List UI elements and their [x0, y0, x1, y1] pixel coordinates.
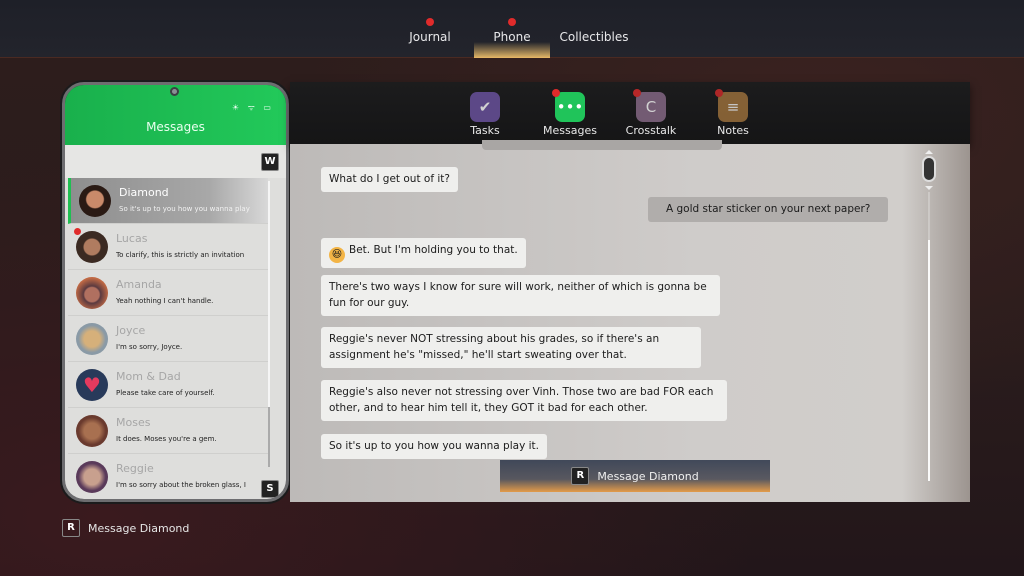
- phone-header: ☀ ᯤ ▭ Messages: [65, 85, 286, 145]
- phone-device: ☀ ᯤ ▭ Messages W Diamond So it's up to y…: [62, 82, 289, 502]
- message-diamond-button[interactable]: R Message Diamond: [500, 460, 770, 492]
- camera-icon: [170, 87, 179, 96]
- bottom-action-hint[interactable]: R Message Diamond: [62, 519, 189, 537]
- message-bubble-sent: A gold star sticker on your next paper?: [648, 197, 889, 222]
- app-bar: ✔ Tasks ••• Messages C Crosstalk ≡ Notes: [290, 82, 970, 144]
- chat-bubble-icon: •••: [552, 89, 585, 122]
- status-bar-icons: ☀ ᯤ ▭: [231, 103, 274, 112]
- key-r: R: [571, 467, 590, 485]
- avatar: [76, 415, 108, 447]
- notification-dot: [426, 18, 434, 26]
- message-bubble: So it's up to you how you wanna play it.: [321, 434, 547, 459]
- notification-dot: [633, 89, 641, 97]
- message-bubble: 😆 Bet. But I'm holding you to that.: [321, 238, 526, 268]
- message-bubble: Reggie's never NOT stressing about his g…: [321, 327, 701, 368]
- contact-item-lucas[interactable]: Lucas To clarify, this is strictly an in…: [68, 224, 268, 270]
- tab-phone[interactable]: Phone: [474, 18, 550, 58]
- mouse-scroll-icon: [922, 156, 936, 182]
- scroll-down-arrow-icon[interactable]: [925, 186, 933, 190]
- contact-item-diamond[interactable]: Diamond So it's up to you how you wanna …: [68, 178, 268, 224]
- contact-item-reggie[interactable]: Reggie I'm so sorry about the broken gla…: [68, 454, 268, 499]
- notification-dot: [715, 89, 723, 97]
- scroll-up-arrow-icon[interactable]: [925, 150, 933, 154]
- notification-dot: [508, 18, 516, 26]
- active-tab-glow: [474, 42, 550, 58]
- avatar: [76, 323, 108, 355]
- avatar: [79, 185, 111, 217]
- app-notes[interactable]: ≡ Notes: [693, 89, 773, 137]
- notification-dot: [552, 89, 560, 97]
- avatar: [76, 461, 108, 493]
- avatar: [76, 231, 108, 263]
- contact-item-moses[interactable]: Moses It does. Moses you're a gem.: [68, 408, 268, 454]
- heart-avatar-icon: ♥: [76, 369, 108, 401]
- laughing-emoji-icon: 😆: [329, 247, 345, 263]
- key-s-scroll-down[interactable]: S: [261, 480, 279, 498]
- contact-list: Diamond So it's up to you how you wanna …: [68, 178, 268, 499]
- key-r: R: [62, 519, 80, 537]
- app-messages[interactable]: ••• Messages: [530, 89, 610, 137]
- top-navigation: Journal Phone Collectibles: [0, 0, 1024, 58]
- unread-dot: [74, 228, 81, 235]
- crosstalk-icon: C: [633, 89, 666, 122]
- phone-app-panel: ✔ Tasks ••• Messages C Crosstalk ≡ Notes…: [290, 82, 970, 502]
- check-icon: ✔: [470, 92, 500, 122]
- contact-item-mom-dad[interactable]: ♥ Mom & Dad Please take care of yourself…: [68, 362, 268, 408]
- conversation-scroll-thumb[interactable]: [928, 240, 930, 481]
- avatar: [76, 277, 108, 309]
- contact-panel: W Diamond So it's up to you how you wann…: [65, 145, 286, 499]
- tab-collectibles[interactable]: Collectibles: [556, 30, 632, 44]
- contact-item-joyce[interactable]: Joyce I'm so sorry, Joyce.: [68, 316, 268, 362]
- phone-title: Messages: [146, 120, 205, 134]
- message-bubble: What do I get out of it?: [321, 167, 458, 192]
- list-header-strip: W: [65, 145, 286, 178]
- tab-journal[interactable]: Journal: [405, 18, 455, 44]
- clipped-message: [482, 140, 722, 150]
- message-bubble: There's two ways I know for sure will wo…: [321, 275, 720, 316]
- conversation-view: What do I get out of it? A gold star sti…: [290, 140, 970, 502]
- app-crosstalk[interactable]: C Crosstalk: [611, 89, 691, 137]
- key-w-scroll-up[interactable]: W: [261, 153, 279, 171]
- notes-icon: ≡: [715, 89, 748, 122]
- contact-item-amanda[interactable]: Amanda Yeah nothing I can't handle.: [68, 270, 268, 316]
- contact-list-scroll-thumb[interactable]: [268, 407, 270, 467]
- app-tasks[interactable]: ✔ Tasks: [445, 92, 525, 137]
- message-bubble: Reggie's also never not stressing over V…: [321, 380, 727, 421]
